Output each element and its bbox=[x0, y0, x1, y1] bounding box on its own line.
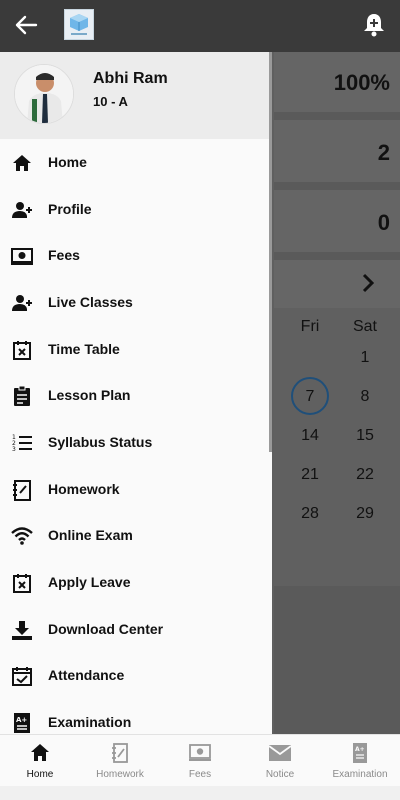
dashboard-background: 100% 2 0 Fri Sat 1 7 8 14 15 21 22 28 29 bbox=[274, 52, 400, 734]
notebook-icon bbox=[112, 743, 128, 763]
stat-value: 100% bbox=[333, 70, 390, 95]
fees-icon bbox=[189, 744, 211, 761]
person-add-icon bbox=[12, 295, 32, 311]
mail-icon bbox=[268, 745, 292, 761]
menu-item-label: Examination bbox=[48, 714, 132, 730]
calendar-day[interactable]: 29 bbox=[345, 505, 385, 523]
nav-tab-label: Examination bbox=[332, 769, 388, 780]
nav-tab-notice[interactable]: Notice bbox=[240, 735, 320, 787]
svg-text:A+: A+ bbox=[355, 746, 365, 753]
bell-add-icon bbox=[364, 14, 384, 37]
nav-tab-label: Homework bbox=[96, 769, 144, 780]
calendar-day[interactable]: 21 bbox=[290, 466, 330, 484]
calendar-header bbox=[274, 260, 400, 308]
menu-item-label: Syllabus Status bbox=[48, 434, 153, 450]
calendar-day[interactable]: 1 bbox=[345, 349, 385, 367]
menu-item-time-table[interactable]: Time Table bbox=[0, 327, 269, 373]
user-class: 10 - A bbox=[93, 94, 128, 109]
stat-card: 2 bbox=[274, 120, 400, 182]
chevron-right-icon[interactable] bbox=[360, 272, 376, 294]
drawer-profile-header[interactable]: Abhi Ram 10 - A bbox=[0, 52, 269, 139]
menu-item-home[interactable]: Home bbox=[0, 140, 269, 186]
menu-item-label: Apply Leave bbox=[48, 574, 131, 590]
menu-item-examination[interactable]: A+ Examination bbox=[0, 700, 269, 734]
menu-item-profile[interactable]: Profile bbox=[0, 187, 269, 233]
menu-item-attendance[interactable]: Attendance bbox=[0, 653, 269, 699]
notebook-icon bbox=[13, 480, 31, 501]
exam-icon: A+ bbox=[14, 713, 30, 733]
menu-item-label: Attendance bbox=[48, 667, 125, 683]
menu-item-lesson-plan[interactable]: Lesson Plan bbox=[0, 373, 269, 419]
menu-item-syllabus-status[interactable]: 123 Syllabus Status bbox=[0, 420, 269, 466]
menu-item-download-center[interactable]: Download Center bbox=[0, 607, 269, 653]
nav-tab-homework[interactable]: Homework bbox=[80, 735, 160, 787]
download-icon bbox=[12, 621, 32, 640]
nav-tab-examination[interactable]: A+ Examination bbox=[320, 735, 400, 787]
home-icon bbox=[13, 155, 31, 171]
menu-item-label: Homework bbox=[48, 481, 120, 497]
weekday-label: Sat bbox=[352, 318, 377, 335]
notification-button[interactable] bbox=[360, 10, 388, 40]
calendar-day-today[interactable]: 7 bbox=[290, 388, 330, 406]
nav-tab-label: Notice bbox=[265, 769, 295, 780]
menu-item-label: Time Table bbox=[48, 341, 120, 357]
menu-item-label: Online Exam bbox=[48, 527, 133, 543]
weekday-label: Fri bbox=[300, 318, 320, 335]
person-add-icon bbox=[12, 202, 32, 218]
avatar[interactable] bbox=[14, 64, 74, 124]
menu-item-homework[interactable]: Homework bbox=[0, 467, 269, 513]
stat-card: 0 bbox=[274, 190, 400, 252]
list-numbered-icon: 123 bbox=[12, 434, 32, 453]
menu-item-label: Profile bbox=[48, 201, 92, 217]
menu-item-apply-leave[interactable]: Apply Leave bbox=[0, 560, 269, 606]
arrow-left-icon bbox=[15, 15, 38, 35]
fees-icon bbox=[11, 248, 33, 265]
drawer-scrollbar[interactable] bbox=[269, 52, 272, 452]
calendar-day[interactable]: 22 bbox=[345, 466, 385, 484]
menu-item-label: Fees bbox=[48, 247, 80, 263]
svg-text:3: 3 bbox=[12, 446, 16, 453]
calendar-day[interactable]: 28 bbox=[290, 505, 330, 523]
svg-text:A+: A+ bbox=[16, 716, 27, 724]
app-bar bbox=[0, 0, 400, 52]
calendar: Fri Sat 1 7 8 14 15 21 22 28 29 bbox=[274, 308, 400, 586]
system-bar bbox=[0, 786, 400, 800]
menu-item-online-exam[interactable]: Online Exam bbox=[0, 513, 269, 559]
back-button[interactable] bbox=[12, 12, 42, 38]
calendar-x-icon bbox=[13, 341, 31, 360]
app-logo bbox=[64, 9, 94, 40]
nav-tab-label: Home bbox=[26, 769, 54, 780]
menu-item-label: Lesson Plan bbox=[48, 387, 131, 403]
bottom-navigation: Home Homework Fees Notice A+ Examination bbox=[0, 734, 400, 786]
stat-value: 0 bbox=[377, 210, 390, 235]
calendar-day[interactable]: 8 bbox=[345, 388, 385, 406]
menu-item-fees[interactable]: Fees bbox=[0, 233, 269, 279]
nav-tab-label: Fees bbox=[188, 769, 212, 780]
calendar-check-icon bbox=[12, 667, 32, 686]
clipboard-icon bbox=[14, 385, 30, 406]
menu-item-label: Download Center bbox=[48, 621, 164, 637]
calendar-day[interactable]: 14 bbox=[290, 427, 330, 445]
nav-tab-home[interactable]: Home bbox=[0, 735, 80, 787]
stat-value: 2 bbox=[377, 140, 390, 165]
user-name: Abhi Ram bbox=[93, 70, 168, 87]
calendar-x-icon bbox=[13, 574, 31, 593]
calendar-day[interactable]: 15 bbox=[345, 427, 385, 445]
nav-tab-fees[interactable]: Fees bbox=[160, 735, 240, 787]
navigation-drawer: Abhi Ram 10 - A Home Profile Fees Live C… bbox=[0, 52, 272, 734]
menu-item-label: Home bbox=[48, 154, 87, 170]
exam-icon: A+ bbox=[353, 743, 367, 763]
menu-item-label: Live Classes bbox=[48, 294, 133, 310]
menu-item-live-classes[interactable]: Live Classes bbox=[0, 280, 269, 326]
home-icon bbox=[31, 744, 49, 761]
stat-card: 100% bbox=[274, 52, 400, 112]
wifi-icon bbox=[11, 527, 33, 545]
